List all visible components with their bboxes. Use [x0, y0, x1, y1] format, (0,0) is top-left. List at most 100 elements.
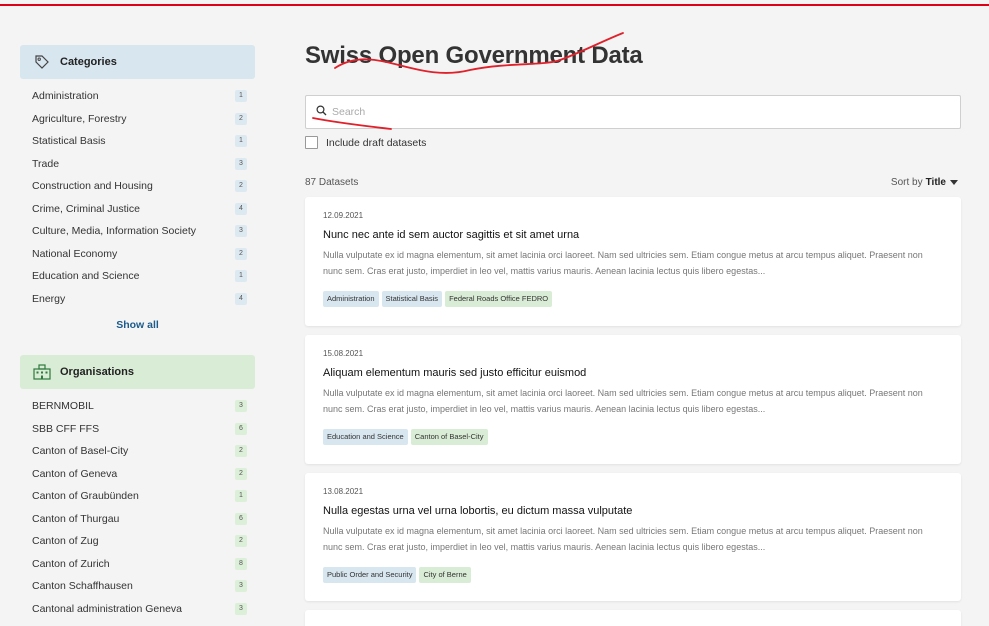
dataset-date: 15.08.2021	[323, 349, 364, 358]
sort-value: Title	[925, 177, 946, 188]
organisation-item[interactable]: Canton of Zurich 8	[20, 553, 255, 576]
search-bar[interactable]	[305, 95, 961, 129]
draft-checkbox[interactable]	[305, 136, 318, 149]
category-tag[interactable]: Statistical Basis	[381, 291, 443, 307]
organisation-count: 6	[235, 512, 247, 525]
organisation-count: 3	[235, 602, 247, 615]
organisation-label: BERNMOBIL	[32, 400, 94, 413]
sort-prefix: Sort by	[890, 177, 923, 188]
building-icon	[32, 363, 52, 381]
category-item[interactable]: Education and Science 1	[20, 265, 255, 288]
tag-icon	[32, 53, 52, 71]
category-label: Trade	[32, 157, 60, 170]
organisation-item[interactable]: Canton of Graubünden 1	[20, 485, 255, 508]
dataset-card[interactable]: 12.09.2021 Nunc nec ante id sem auctor s…	[305, 197, 961, 326]
categories-list: Administration 1 Agriculture, Forestry 2 S…	[20, 85, 255, 310]
organisation-tag[interactable]: City of Berne	[419, 567, 471, 583]
organisation-item[interactable]: BERNMOBIL 3	[20, 395, 255, 418]
organisations-header: Organisations	[20, 355, 255, 389]
category-tag[interactable]: Public Order and Security	[323, 567, 417, 583]
category-item[interactable]: Culture, Media, Information Society 3	[20, 220, 255, 243]
dataset-card[interactable]: 15.08.2021 Aliquam elementum mauris sed …	[305, 335, 961, 464]
category-count: 1	[235, 90, 247, 103]
organisation-tag[interactable]: Federal Roads Office FEDRO	[445, 291, 553, 307]
category-label: National Economy	[32, 247, 118, 260]
category-item[interactable]: Agriculture, Forestry 2	[20, 108, 255, 131]
organisation-count: 3	[235, 580, 247, 593]
dataset-title[interactable]: Nulla egestas urna vel urna lobortis, eu…	[323, 505, 943, 517]
category-label: Statistical Basis	[32, 135, 106, 148]
category-count: 2	[235, 247, 247, 260]
organisation-label: Canton of Geneva	[32, 467, 118, 480]
draft-toggle[interactable]: Include draft datasets	[305, 136, 426, 149]
dataset-title[interactable]: Nunc nec ante id sem auctor sagittis et …	[323, 229, 943, 241]
search-input[interactable]	[332, 106, 932, 118]
organisation-label: Canton of Zurich	[32, 557, 110, 570]
organisation-item[interactable]: SBB CFF FFS 6	[20, 418, 255, 441]
category-item[interactable]: Statistical Basis 1	[20, 130, 255, 153]
organisation-label: Canton of Zug	[32, 535, 99, 548]
caret-down-icon	[950, 180, 958, 185]
dataset-description: Nulla vulputate ex id magna elementum, s…	[323, 250, 923, 276]
organisations-list: BERNMOBIL 3 SBB CFF FFS 6 Canton of Basel-…	[20, 395, 255, 620]
sort-dropdown[interactable]: Sort by Title	[891, 177, 958, 188]
category-label: Culture, Media, Information Society	[32, 225, 196, 238]
organisation-label: Canton of Graubünden	[32, 490, 139, 503]
organisation-count: 8	[235, 557, 247, 570]
organisation-item[interactable]: Canton Schaffhausen 3	[20, 575, 255, 598]
category-count: 2	[235, 180, 247, 193]
category-tag[interactable]: Administration	[323, 291, 379, 307]
category-label: Agriculture, Forestry	[32, 112, 127, 125]
category-count: 3	[235, 157, 247, 170]
category-count: 2	[235, 112, 247, 125]
category-count: 1	[235, 135, 247, 148]
sidebar: Categories Administration 1 Agriculture, …	[20, 45, 255, 620]
dataset-count: 87 Datasets	[305, 177, 359, 188]
organisation-item[interactable]: Cantonal administration Geneva 3	[20, 598, 255, 621]
category-tag[interactable]: Education and Science	[323, 429, 408, 445]
category-item[interactable]: Crime, Criminal Justice 4	[20, 198, 255, 221]
organisation-label: Canton of Basel-City	[32, 445, 129, 458]
organisation-count: 6	[235, 422, 247, 435]
dataset-tags: Education and Science Canton of Basel-Ci…	[323, 429, 943, 445]
page-title: Swiss Open Government Data	[305, 42, 643, 69]
category-item[interactable]: Trade 3	[20, 153, 255, 176]
dataset-description: Nulla vulputate ex id magna elementum, s…	[323, 388, 923, 414]
dataset-tags: Administration Statistical Basis Federal…	[323, 291, 943, 307]
category-item[interactable]: Energy 4	[20, 288, 255, 311]
dataset-card-partial[interactable]	[305, 610, 961, 626]
top-accent-line	[0, 4, 989, 6]
category-count: 4	[235, 202, 247, 215]
organisation-item[interactable]: Canton of Thurgau 6	[20, 508, 255, 531]
categories-title: Categories	[60, 56, 117, 68]
dataset-card[interactable]: 13.08.2021 Nulla egestas urna vel urna l…	[305, 473, 961, 601]
organisation-label: Canton of Thurgau	[32, 512, 120, 525]
category-item[interactable]: National Economy 2	[20, 243, 255, 266]
draft-label: Include draft datasets	[326, 136, 427, 149]
organisation-tag[interactable]: Canton of Basel-City	[410, 429, 488, 445]
category-label: Construction and Housing	[32, 180, 153, 193]
category-item[interactable]: Construction and Housing 2	[20, 175, 255, 198]
organisation-count: 1	[235, 490, 247, 503]
organisation-label: Cantonal administration Geneva	[32, 602, 183, 615]
category-label: Education and Science	[32, 270, 140, 283]
category-count: 3	[235, 225, 247, 238]
category-count: 4	[235, 292, 247, 305]
dataset-date: 12.09.2021	[323, 211, 364, 220]
dataset-title[interactable]: Aliquam elementum mauris sed justo effic…	[323, 367, 943, 379]
organisation-count: 2	[235, 445, 247, 458]
organisation-count: 2	[235, 535, 247, 548]
category-item[interactable]: Administration 1	[20, 85, 255, 108]
organisation-item[interactable]: Canton of Basel-City 2	[20, 440, 255, 463]
category-label: Energy	[32, 292, 66, 305]
organisation-item[interactable]: Canton of Geneva 2	[20, 463, 255, 486]
dataset-date: 13.08.2021	[323, 487, 364, 496]
organisations-title: Organisations	[60, 366, 134, 378]
organisation-label: Canton Schaffhausen	[32, 580, 133, 593]
dataset-description: Nulla vulputate ex id magna elementum, s…	[323, 526, 923, 552]
show-all-link[interactable]: Show all	[20, 319, 255, 331]
organisation-item[interactable]: Canton of Zug 2	[20, 530, 255, 553]
category-count: 1	[235, 270, 247, 283]
dataset-tags: Public Order and Security City of Berne	[323, 567, 943, 583]
category-label: Crime, Criminal Justice	[32, 202, 140, 215]
